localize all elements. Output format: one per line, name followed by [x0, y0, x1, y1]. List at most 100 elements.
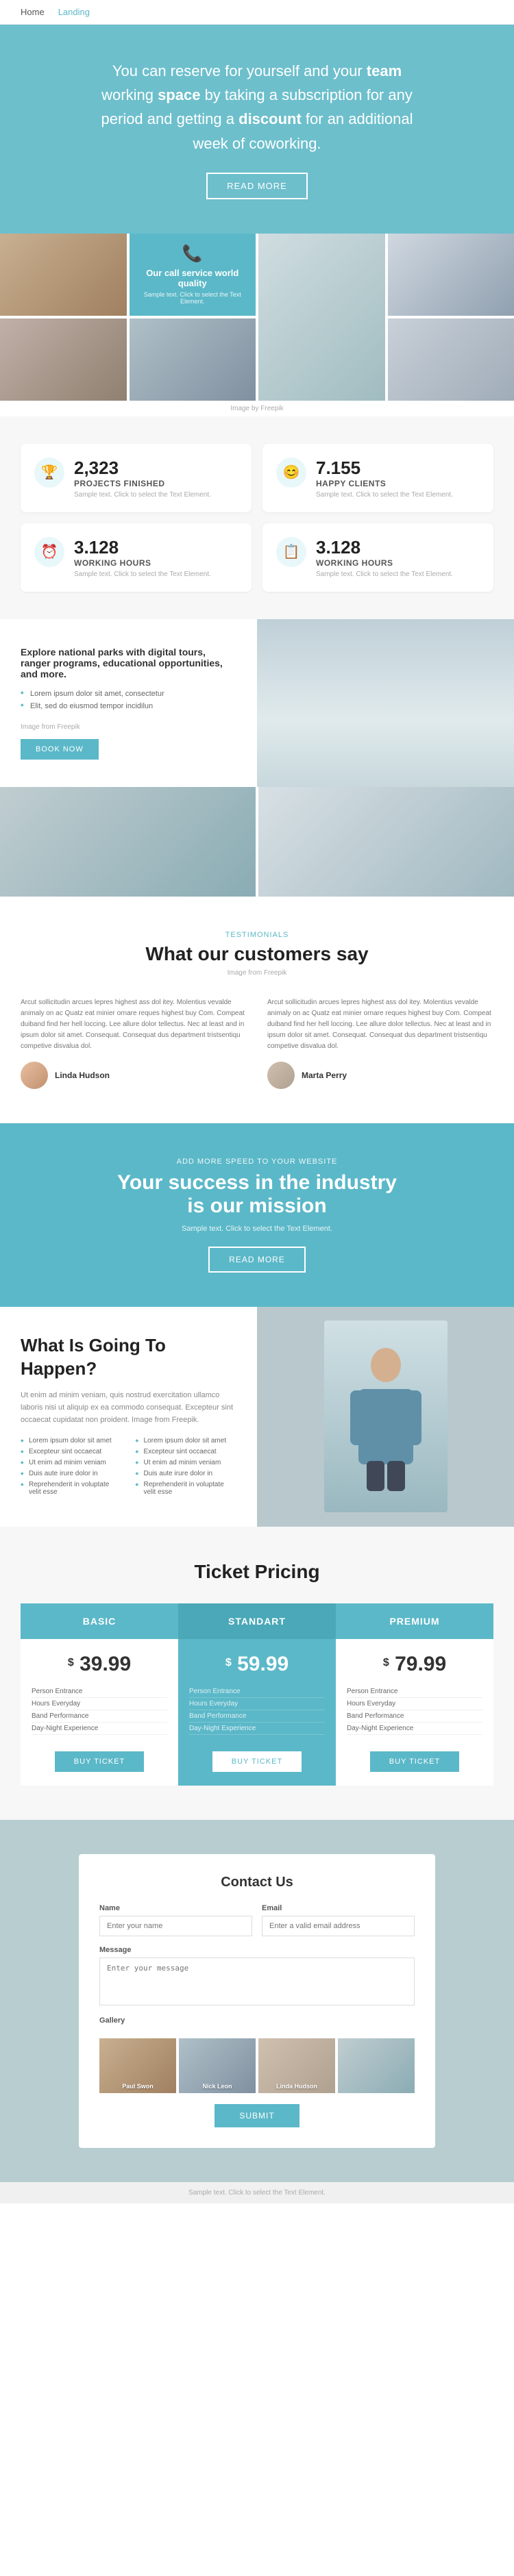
- price-body-basic: $ 39.99 Person Entrance Hours Everyday B…: [21, 1639, 178, 1786]
- message-form-group: Message: [99, 1946, 415, 2005]
- price-body-standart: $ 59.99 Person Entrance Hours Everyday B…: [178, 1639, 336, 1786]
- gallery-cell-3: [258, 234, 385, 401]
- what-item-l0: Lorem ipsum dolor sit amet: [21, 1437, 122, 1448]
- buy-ticket-premium-button[interactable]: BUY TICKET: [370, 1751, 459, 1772]
- price-name-basic: Basic: [33, 1616, 166, 1627]
- price-card-premium: Premium $ 79.99 Person Entrance Hours Ev…: [336, 1603, 493, 1786]
- price-name-premium: Premium: [348, 1616, 481, 1627]
- price-card-standart: Standart $ 59.99 Person Entrance Hours E…: [178, 1603, 336, 1786]
- price-features-basic: Person Entrance Hours Everyday Band Perf…: [32, 1686, 167, 1735]
- stat-label-3: WORKING HOURS: [316, 558, 453, 568]
- feature-premium-1: Hours Everyday: [347, 1698, 482, 1710]
- message-label: Message: [99, 1946, 415, 1954]
- testimonial-0: Arcut sollicitudin arcues lepres highest…: [21, 997, 247, 1089]
- landscape-grid: [0, 787, 514, 897]
- nav-landing[interactable]: Landing: [58, 7, 90, 17]
- testimonial-text-0: Arcut sollicitudin arcues lepres highest…: [21, 997, 247, 1052]
- gallery-cell-4: [388, 234, 514, 316]
- gallery-thumb-label-2: Linda Hudson: [258, 2083, 335, 2090]
- cta-read-more-button[interactable]: READ MORE: [208, 1247, 306, 1273]
- name-form-group: Name: [99, 1904, 252, 1936]
- explore-item-0: Lorem ipsum dolor sit amet, consectetur: [21, 688, 236, 700]
- contact-section: Contact Us Name Email Message Gallery Pa…: [0, 1820, 514, 2182]
- what-list-right: Lorem ipsum dolor sit amet Excepteur sin…: [136, 1437, 237, 1499]
- stat-card-3: 📋 3.128 WORKING HOURS Sample text. Click…: [262, 523, 493, 592]
- gallery-freepik-label: Image by Freepik: [0, 401, 514, 416]
- stat-icon-1: 😊: [276, 458, 306, 488]
- feature-standart-0: Person Entrance: [189, 1686, 325, 1698]
- stat-icon-0: 🏆: [34, 458, 64, 488]
- gallery-thumb-label-1: Nick Leon: [179, 2083, 256, 2090]
- feature-basic-0: Person Entrance: [32, 1686, 167, 1698]
- what-item-r0: Lorem ipsum dolor sit amet: [136, 1437, 237, 1448]
- price-amount-premium: $ 79.99: [347, 1653, 482, 1676]
- hero-read-more-button[interactable]: READ MORE: [206, 173, 308, 199]
- testimonials-label: Testimonials: [21, 931, 493, 939]
- stat-label-0: PROJECTS FINISHED: [74, 479, 211, 488]
- explore-item-1: Elit, sed do eiusmod tempor incidilun: [21, 700, 236, 712]
- gallery-cell-1: [0, 234, 127, 316]
- stat-desc-0: Sample text. Click to select the Text El…: [74, 491, 211, 499]
- cta-small-label: Add more speed to your website: [21, 1158, 493, 1166]
- gallery-cell-5: [0, 318, 127, 401]
- gallery-cell-7: [388, 318, 514, 401]
- hero-section: You can reserve for yourself and your te…: [0, 25, 514, 234]
- feature-standart-1: Hours Everyday: [189, 1698, 325, 1710]
- contact-box: Contact Us Name Email Message Gallery Pa…: [79, 1854, 435, 2148]
- email-input[interactable]: [262, 1916, 415, 1936]
- name-label: Name: [99, 1904, 252, 1912]
- book-now-button[interactable]: BOOK NOW: [21, 739, 99, 760]
- message-textarea[interactable]: [99, 1958, 415, 2005]
- submit-button[interactable]: SUBMIT: [215, 2104, 299, 2127]
- gallery-thumb-3: [338, 2038, 415, 2093]
- nav-home[interactable]: Home: [21, 7, 45, 17]
- feature-standart-2: Band Performance: [189, 1710, 325, 1723]
- testimonial-1: Arcut sollicitudin arcues lepres highest…: [267, 997, 493, 1089]
- stat-desc-1: Sample text. Click to select the Text El…: [316, 491, 453, 499]
- price-header-premium: Premium: [336, 1603, 493, 1639]
- explore-right-image: [257, 619, 514, 787]
- price-header-standart: Standart: [178, 1603, 336, 1639]
- author-name-0: Linda Hudson: [55, 1071, 110, 1080]
- buy-ticket-basic-button[interactable]: BUY TICKET: [55, 1751, 144, 1772]
- testimonial-text-1: Arcut sollicitudin arcues lepres highest…: [267, 997, 493, 1052]
- what-item-l1: Excepteur sint occaecat: [21, 1448, 122, 1459]
- explore-freepik: Image from Freepik: [21, 723, 236, 731]
- buy-ticket-standart-button[interactable]: BUY TICKET: [212, 1751, 302, 1772]
- explore-list: Lorem ipsum dolor sit amet, consectetur …: [21, 688, 236, 712]
- email-label: Email: [262, 1904, 415, 1912]
- feature-premium-3: Day-Night Experience: [347, 1723, 482, 1735]
- stat-number-3: 3.128: [316, 537, 453, 558]
- name-input[interactable]: [99, 1916, 252, 1936]
- stats-section: 🏆 2,323 PROJECTS FINISHED Sample text. C…: [0, 416, 514, 619]
- avatar-linda: [21, 1062, 48, 1089]
- gallery-section: Gallery Paul Swon Nick Leon Linda Hudson: [99, 2016, 415, 2093]
- gallery-cell-2-teal: 📞 Our call service world quality Sample …: [130, 234, 256, 316]
- stat-icon-2: ⏰: [34, 537, 64, 567]
- landscape-cell-1: [0, 787, 256, 897]
- testimonials-freepik: Image from Freepik: [21, 969, 493, 977]
- price-card-basic: Basic $ 39.99 Person Entrance Hours Ever…: [21, 1603, 178, 1786]
- testimonial-author-0: Linda Hudson: [21, 1062, 247, 1089]
- stat-card-2: ⏰ 3.128 WORKING HOURS Sample text. Click…: [21, 523, 252, 592]
- price-amount-standart: $ 59.99: [189, 1653, 325, 1676]
- stat-label-1: HAPPY CLIENTS: [316, 479, 453, 488]
- email-form-group: Email: [262, 1904, 415, 1936]
- gallery-thumb-2: Linda Hudson: [258, 2038, 335, 2093]
- what-left: What Is Going To Happen? Ut enim ad mini…: [0, 1307, 257, 1527]
- service-desc: Sample text. Click to select the Text El…: [136, 291, 249, 305]
- what-title: What Is Going To Happen?: [21, 1334, 236, 1381]
- stat-card-0: 🏆 2,323 PROJECTS FINISHED Sample text. C…: [21, 444, 252, 512]
- stat-desc-2: Sample text. Click to select the Text El…: [74, 571, 211, 578]
- feature-basic-2: Band Performance: [32, 1710, 167, 1723]
- price-header-basic: Basic: [21, 1603, 178, 1639]
- author-name-1: Marta Perry: [302, 1071, 347, 1080]
- feature-basic-1: Hours Everyday: [32, 1698, 167, 1710]
- what-item-l3: Duis aute irure dolor in: [21, 1470, 122, 1481]
- explore-left: Explore national parks with digital tour…: [0, 619, 257, 787]
- testimonials-section: Testimonials What our customers say Imag…: [0, 897, 514, 1123]
- feature-basic-3: Day-Night Experience: [32, 1723, 167, 1735]
- stat-icon-3: 📋: [276, 537, 306, 567]
- what-section: What Is Going To Happen? Ut enim ad mini…: [0, 1307, 514, 1527]
- stat-number-2: 3.128: [74, 537, 211, 558]
